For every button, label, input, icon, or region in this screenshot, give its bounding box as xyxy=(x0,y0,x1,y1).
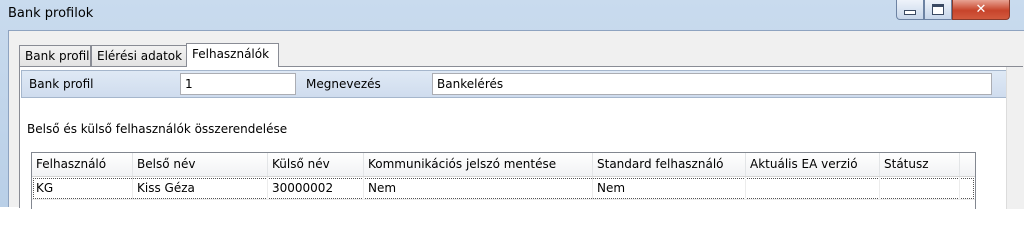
col-statusz[interactable]: Státusz xyxy=(880,153,960,176)
grid-header: Felhasználó Belső név Külső név Kommunik… xyxy=(32,153,975,177)
bank-profil-label: Bank profil xyxy=(29,77,94,91)
cell-statusz xyxy=(880,177,960,199)
cell-belso-nev: Kiss Géza xyxy=(133,177,268,199)
cell-standard-felhasznalo: Nem xyxy=(593,177,746,199)
users-grid[interactable]: Felhasználó Belső név Külső név Kommunik… xyxy=(31,152,976,209)
col-aktualis-ea-verzio[interactable]: Aktuális EA verzió xyxy=(746,153,880,176)
megnevezes-label: Megnevezés xyxy=(306,77,381,91)
maximize-button[interactable] xyxy=(924,0,952,20)
tab-bank-profil[interactable]: Bank profil xyxy=(19,45,91,66)
cell-aktualis-ea-verzio xyxy=(746,177,880,199)
cell-kulso-nev: 30000002 xyxy=(268,177,364,199)
col-kulso-nev[interactable]: Külső név xyxy=(268,153,364,176)
bank-profil-field[interactable]: 1 xyxy=(180,73,296,95)
minimize-button[interactable] xyxy=(896,0,924,20)
tab-eleresi-adatok[interactable]: Elérési adatok xyxy=(91,45,187,66)
col-belso-nev[interactable]: Belső név xyxy=(133,153,268,176)
bank-profilok-window: Bank profilok ✕ Bank profil Elérési adat… xyxy=(0,0,1024,209)
felhasznalok-panel: Bank profil 1 Megnevezés Bankelérés Bels… xyxy=(19,66,1024,209)
col-felhasznalo[interactable]: Felhasználó xyxy=(32,153,133,176)
col-kommunikacios-jelszo[interactable]: Kommunikációs jelszó mentése xyxy=(364,153,593,176)
maximize-icon xyxy=(932,4,944,15)
profile-header-row: Bank profil 1 Megnevezés Bankelérés xyxy=(21,70,1007,98)
tab-felhasznalok[interactable]: Felhasználók xyxy=(186,43,279,67)
minimize-icon xyxy=(904,10,916,15)
cell-kommunikacios-jelszo: Nem xyxy=(364,177,593,199)
table-row[interactable]: KG Kiss Géza 30000002 Nem Nem xyxy=(32,177,975,200)
section-label: Belső és külső felhasználók összerendelé… xyxy=(27,122,288,136)
client-area: Bank profil Elérési adatok Felhasználók … xyxy=(8,30,1024,209)
close-button[interactable]: ✕ xyxy=(952,0,1010,20)
title-bar[interactable]: Bank profilok ✕ xyxy=(0,0,1024,30)
close-icon: ✕ xyxy=(975,2,987,17)
col-standard-felhasznalo[interactable]: Standard felhasználó xyxy=(593,153,746,176)
window-title: Bank profilok xyxy=(8,6,94,21)
panel-right-edge xyxy=(1006,67,1024,209)
cell-felhasznalo: KG xyxy=(32,177,133,199)
megnevezes-field[interactable]: Bankelérés xyxy=(432,73,992,95)
